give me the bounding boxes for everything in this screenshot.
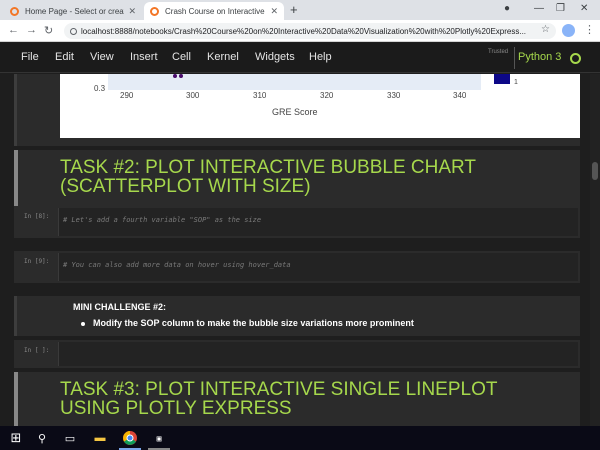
- plot-area: [108, 74, 481, 90]
- menu-file[interactable]: File: [21, 51, 39, 63]
- code-cell[interactable]: In [ ]:: [14, 340, 580, 368]
- x-tick-label: 320: [320, 91, 334, 100]
- x-tick-label: 300: [186, 91, 200, 100]
- scrollbar-thumb[interactable]: [592, 162, 598, 180]
- cell-prompt: In [9]:: [24, 258, 50, 265]
- challenge-item: Modify the SOP column to make the bubble…: [93, 318, 414, 328]
- y-tick-label: 0.3: [94, 84, 106, 93]
- arrow-right-icon[interactable]: →: [26, 24, 37, 36]
- plot-output: 0.3 290 300 310 320 330 340 GRE Score 1: [60, 74, 580, 138]
- menu-kernel[interactable]: Kernel: [207, 51, 239, 63]
- menu-view[interactable]: View: [90, 51, 114, 63]
- cell-prompt: In [8]:: [24, 213, 50, 220]
- browser-tabstrip: Home Page - Select or create a n ✕ Crash…: [0, 0, 600, 20]
- task3-heading: TASK #3: PLOT INTERACTIVE SINGLE LINEPLO…: [60, 379, 498, 419]
- colorbar: [494, 74, 510, 84]
- search-icon[interactable]: ⚲: [30, 426, 54, 450]
- kernel-status-icon: [570, 53, 581, 64]
- address-bar: ← → ↻ localhost:8888/notebooks/Crash%20C…: [0, 20, 600, 42]
- chrome-icon[interactable]: [117, 426, 143, 450]
- x-axis-title: GRE Score: [272, 107, 318, 117]
- task-view-icon[interactable]: ▭: [58, 426, 82, 450]
- code-editor[interactable]: # You can also add more data on hover us…: [58, 253, 578, 281]
- taskbar: ⊞ ⚲ ▭ ▬ ▣: [0, 426, 600, 450]
- tab-label: Home Page - Select or create a n: [25, 6, 124, 16]
- menu-edit[interactable]: Edit: [55, 51, 74, 63]
- x-tick-label: 340: [453, 91, 467, 100]
- code-editor[interactable]: # Let's add a fourth variable "SOP" as t…: [58, 208, 578, 236]
- scatter-point: [173, 74, 177, 78]
- divider: [514, 47, 515, 69]
- info-icon[interactable]: [70, 27, 77, 35]
- minimize-icon[interactable]: —: [534, 3, 544, 14]
- kernel-name[interactable]: Python 3: [518, 51, 561, 63]
- restore-icon[interactable]: ❐: [556, 3, 565, 14]
- url-input[interactable]: localhost:8888/notebooks/Crash%20Course%…: [64, 23, 556, 39]
- code-comment: # You can also add more data on hover us…: [63, 261, 291, 269]
- trusted-indicator[interactable]: Trusted: [488, 49, 508, 55]
- code-cell[interactable]: In [9]: # You can also add more data on …: [14, 251, 580, 283]
- kebab-icon[interactable]: ⋮: [584, 23, 595, 36]
- menu-help[interactable]: Help: [309, 51, 332, 63]
- scrollbar[interactable]: [590, 74, 600, 426]
- code-cell[interactable]: In [8]: # Let's add a fourth variable "S…: [14, 206, 580, 238]
- windows-start-icon[interactable]: ⊞: [4, 426, 28, 450]
- arrow-left-icon[interactable]: ←: [8, 24, 19, 36]
- colorbar-label: 1: [514, 79, 518, 86]
- bullet-icon: [81, 322, 85, 326]
- menu-cell[interactable]: Cell: [172, 51, 191, 63]
- url-text: localhost:8888/notebooks/Crash%20Course%…: [81, 26, 527, 36]
- new-tab-button[interactable]: +: [290, 2, 298, 17]
- challenge-title: MINI CHALLENGE #2:: [73, 302, 167, 312]
- close-icon[interactable]: ✕: [270, 6, 278, 17]
- profile-indicator-icon[interactable]: ●: [504, 3, 510, 14]
- tab-crash-course[interactable]: Crash Course on Interactive Data ✕: [144, 2, 284, 20]
- scatter-point: [179, 74, 183, 78]
- jupyter-menubar: File Edit View Insert Cell Kernel Widget…: [0, 43, 600, 73]
- terminal-icon[interactable]: ▣: [147, 426, 171, 450]
- jupyter-favicon-icon: [10, 6, 19, 16]
- task2-heading: TASK #2: PLOT INTERACTIVE BUBBLE CHART (…: [60, 157, 476, 197]
- x-tick-label: 330: [387, 91, 401, 100]
- cell-prompt: In [ ]:: [24, 347, 50, 354]
- avatar[interactable]: [562, 24, 575, 37]
- menu-widgets[interactable]: Widgets: [255, 51, 295, 63]
- markdown-cell-challenge[interactable]: MINI CHALLENGE #2: Modify the SOP column…: [14, 296, 580, 336]
- close-icon[interactable]: ✕: [128, 6, 136, 17]
- code-editor[interactable]: [58, 342, 578, 366]
- file-explorer-icon[interactable]: ▬: [88, 426, 112, 450]
- close-window-icon[interactable]: ✕: [580, 3, 588, 14]
- notebook-area: 0.3 290 300 310 320 330 340 GRE Score 1 …: [0, 74, 600, 426]
- x-tick-label: 290: [120, 91, 134, 100]
- star-icon[interactable]: ☆: [541, 24, 550, 35]
- tab-home-page[interactable]: Home Page - Select or create a n ✕: [4, 2, 142, 20]
- x-tick-label: 310: [253, 91, 267, 100]
- tab-label: Crash Course on Interactive Data: [165, 6, 266, 16]
- code-comment: # Let's add a fourth variable "SOP" as t…: [63, 216, 262, 224]
- reload-icon[interactable]: ↻: [44, 24, 53, 37]
- menu-insert[interactable]: Insert: [130, 51, 158, 63]
- jupyter-favicon-icon: [150, 6, 159, 16]
